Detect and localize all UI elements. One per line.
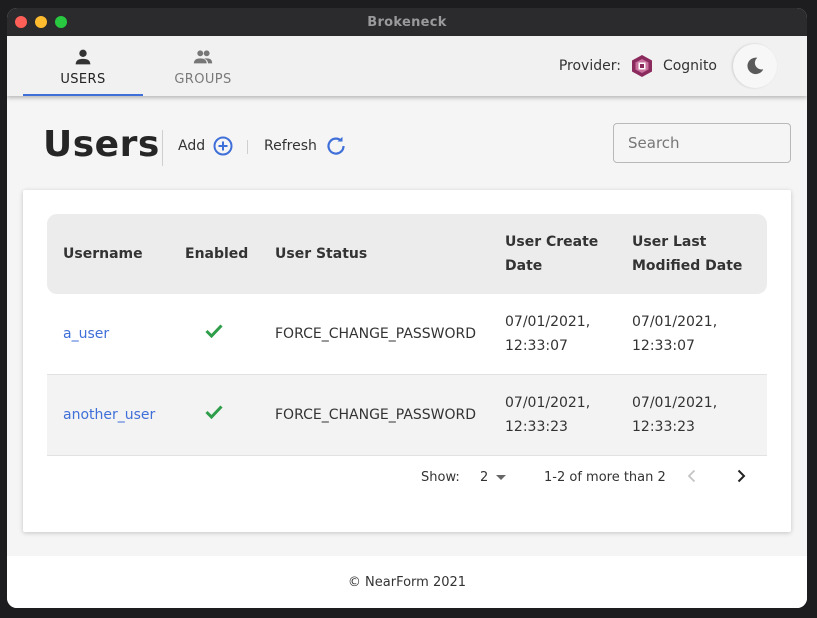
column-header-create-date: User Create Date [505, 234, 599, 274]
theme-toggle-button[interactable] [733, 44, 777, 88]
main-content: Users Add Refresh Username Enabled User … [7, 96, 807, 556]
chevron-left-icon [687, 469, 696, 483]
column-header-modified-date: User Last Modified Date [632, 234, 743, 274]
footer: © NearForm 2021 [7, 556, 807, 608]
tab-users-label: USERS [60, 71, 106, 87]
active-tab-indicator [23, 94, 143, 96]
tab-groups[interactable]: GROUPS [143, 36, 263, 96]
window-title: Brokeneck [367, 14, 447, 30]
check-icon [205, 405, 223, 419]
chevron-down-icon [496, 474, 507, 480]
app-bar: USERS GROUPS Provider: Cognito [7, 36, 807, 96]
modified-date: 07/01/2021, [632, 314, 718, 330]
provider-name: Cognito [662, 58, 717, 74]
table-row: a_user FORCE_CHANGE_PASSWORD 07/01/2021,… [47, 294, 767, 375]
title-bar: Brokeneck [7, 8, 807, 36]
maximize-window-button[interactable] [55, 16, 67, 28]
moon-icon [747, 57, 764, 75]
tab-groups-label: GROUPS [174, 71, 232, 87]
create-time: 12:33:07 [505, 338, 568, 354]
page-size-label: Show: [421, 470, 460, 485]
check-icon [205, 324, 223, 338]
create-date: 07/01/2021, [505, 314, 591, 330]
cognito-icon [631, 55, 652, 77]
modified-date: 07/01/2021, [632, 395, 718, 411]
app-window: Brokeneck USERS GROUPS Provider: Cognito… [7, 8, 807, 608]
add-label: Add [178, 138, 206, 154]
next-page-button[interactable] [736, 469, 746, 483]
window-controls [15, 16, 67, 28]
create-time: 12:33:23 [505, 419, 568, 435]
provider-label: Provider: [558, 58, 621, 74]
table-header: Username Enabled User Status User Create… [47, 214, 767, 294]
previous-page-button[interactable] [687, 469, 697, 483]
add-circle-icon [213, 136, 233, 156]
chevron-right-icon [737, 469, 746, 483]
user-status: FORCE_CHANGE_PASSWORD [275, 407, 477, 423]
table-row: another_user FORCE_CHANGE_PASSWORD 07/01… [47, 375, 767, 456]
column-header-username: Username [63, 246, 143, 262]
close-window-button[interactable] [15, 16, 27, 28]
column-header-user-status: User Status [275, 246, 368, 262]
refresh-label: Refresh [264, 138, 317, 154]
page-size-select[interactable]: 2 [480, 470, 507, 485]
person-icon [75, 49, 91, 64]
action-divider [247, 140, 248, 154]
refresh-button[interactable]: Refresh [264, 136, 347, 156]
provider-info: Provider: Cognito [559, 36, 717, 96]
search-input[interactable] [613, 123, 791, 163]
tab-users[interactable]: USERS [23, 36, 143, 96]
add-button[interactable]: Add [178, 136, 233, 156]
users-table-card: Username Enabled User Status User Create… [23, 190, 791, 532]
title-divider [162, 130, 163, 166]
footer-text: © NearForm 2021 [347, 574, 467, 590]
pagination-range: 1-2 of more than 2 [544, 470, 666, 485]
user-status: FORCE_CHANGE_PASSWORD [275, 326, 477, 342]
modified-time: 12:33:23 [632, 419, 695, 435]
username-link[interactable]: a_user [63, 322, 109, 346]
page-size-value: 2 [480, 470, 489, 485]
username-link[interactable]: another_user [63, 403, 155, 427]
page-title: Users [43, 124, 160, 165]
minimize-window-button[interactable] [35, 16, 47, 28]
modified-time: 12:33:07 [632, 338, 695, 354]
refresh-icon [327, 136, 345, 155]
create-date: 07/01/2021, [505, 395, 591, 411]
column-header-enabled: Enabled [185, 246, 249, 262]
group-icon [193, 49, 213, 63]
